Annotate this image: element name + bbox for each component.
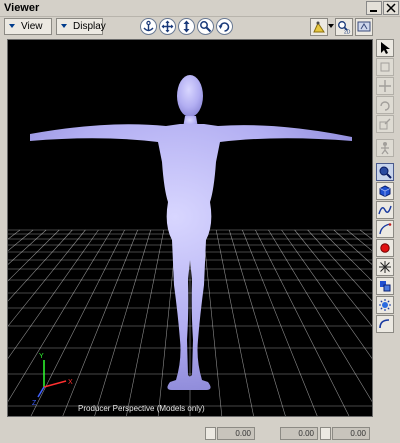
- figure-icon: [381, 142, 389, 155]
- close-icon: [386, 3, 396, 13]
- view-menu[interactable]: View: [4, 18, 52, 35]
- vertical-arrows-icon: [183, 20, 190, 33]
- grid-line: [62, 229, 138, 416]
- grid-line: [268, 229, 372, 403]
- character-model[interactable]: [30, 75, 352, 390]
- scale-tool-button[interactable]: [376, 115, 394, 133]
- zoom-2d-icon: 2D: [338, 21, 351, 35]
- camera-label: Producer Perspective (Models only): [78, 404, 205, 413]
- rotate-tool-button[interactable]: [376, 96, 394, 114]
- window-title: Viewer: [4, 2, 40, 14]
- chevron-down-icon: [61, 24, 67, 28]
- axis-z-label: Z: [32, 400, 37, 407]
- model-body: [30, 124, 352, 390]
- screen-icon: [357, 21, 371, 32]
- constraint-tool-button[interactable]: [376, 277, 394, 295]
- view-menu-label: View: [21, 21, 43, 32]
- grid-line: [215, 229, 254, 416]
- cube-icon: [379, 185, 391, 198]
- particle-tool-button[interactable]: [376, 258, 394, 276]
- curve-tool-button[interactable]: [376, 201, 394, 219]
- cube-tool-button[interactable]: [376, 182, 394, 200]
- zoom-2d-button[interactable]: 2D: [335, 18, 353, 36]
- grid-line: [8, 229, 112, 403]
- select-tool-button[interactable]: [376, 39, 394, 57]
- grid-line: [94, 229, 152, 416]
- translate-icon: [380, 62, 390, 72]
- display-menu-label: Display: [73, 21, 106, 32]
- grid-line: [242, 229, 318, 416]
- pointer-icon: [381, 42, 390, 54]
- grid-line: [346, 229, 372, 252]
- rotate-icon: [218, 22, 230, 32]
- grid-line: [8, 229, 34, 252]
- dolly-button[interactable]: [178, 18, 195, 35]
- magnifier-paint-icon: [379, 166, 392, 179]
- viewer-viewport[interactable]: Y X Z Producer Perspective (Models only): [7, 39, 373, 417]
- magnifier-icon: [200, 21, 212, 33]
- rotate-tool-icon: [380, 101, 390, 111]
- translate-tool-button[interactable]: [376, 58, 394, 76]
- move-icon: [379, 80, 391, 92]
- scene-canvas: Y X Z: [8, 75, 372, 416]
- grid-line: [359, 229, 372, 240]
- chevron-down-icon: [9, 24, 15, 28]
- grid-line: [126, 229, 165, 416]
- grid-line: [228, 229, 286, 416]
- model-tool-button[interactable]: [376, 163, 394, 181]
- lighting-button[interactable]: [310, 18, 328, 36]
- rotate-button[interactable]: [216, 18, 233, 35]
- axis-y-label: Y: [39, 353, 44, 360]
- anchor-icon: [143, 20, 154, 32]
- grid-line: [255, 229, 350, 416]
- display-menu[interactable]: Display: [56, 18, 106, 35]
- path-icon: [379, 223, 392, 235]
- camera-tool-button[interactable]: [376, 315, 394, 333]
- light-tool-button[interactable]: [376, 296, 394, 314]
- viewer-options-button[interactable]: [355, 18, 373, 36]
- pan-button[interactable]: [159, 18, 176, 35]
- lamp-icon: [313, 21, 325, 33]
- model-head: [177, 75, 203, 117]
- status-field-2[interactable]: 0.00: [280, 427, 318, 440]
- grid-line: [8, 229, 99, 359]
- minimize-icon: [370, 10, 377, 12]
- grid-line: [281, 229, 372, 359]
- status-bar: 0.00 0.00 0.00: [0, 423, 400, 443]
- red-dot-icon: [380, 243, 390, 253]
- grid-line: [30, 229, 125, 416]
- marker-tool-button[interactable]: [376, 239, 394, 257]
- grid-line: [333, 229, 372, 265]
- zoom-button[interactable]: [197, 18, 214, 35]
- status-lock-icon[interactable]: [205, 427, 216, 440]
- viewer-toolbar: View Display 2D: [0, 16, 400, 38]
- lighting-dropdown-arrow[interactable]: [328, 24, 334, 28]
- status-expand-icon[interactable]: [320, 427, 331, 440]
- title-bar: Viewer: [0, 0, 400, 17]
- close-button[interactable]: [383, 1, 399, 15]
- sparkle-icon: [379, 261, 391, 273]
- status-field-3[interactable]: 0.00: [332, 427, 370, 440]
- path-tool-button[interactable]: [376, 220, 394, 238]
- minimize-button[interactable]: [366, 1, 382, 15]
- tool-strip: [376, 39, 395, 417]
- svg-text:2D: 2D: [344, 30, 351, 35]
- status-field-1[interactable]: 0.00: [217, 427, 255, 440]
- axis-gizmo: Y X Z: [32, 353, 73, 407]
- scale-icon: [379, 118, 391, 130]
- curve-icon: [378, 205, 392, 215]
- arc-icon: [379, 319, 390, 329]
- axis-x-label: X: [68, 379, 73, 386]
- move-tool-button[interactable]: [376, 77, 394, 95]
- move-arrows-icon: [161, 20, 174, 33]
- light-icon: [379, 299, 391, 311]
- orbit-button[interactable]: [140, 18, 157, 35]
- key-tool-button[interactable]: [376, 139, 394, 157]
- grid-line: [8, 229, 47, 265]
- constraint-icon: [380, 281, 391, 292]
